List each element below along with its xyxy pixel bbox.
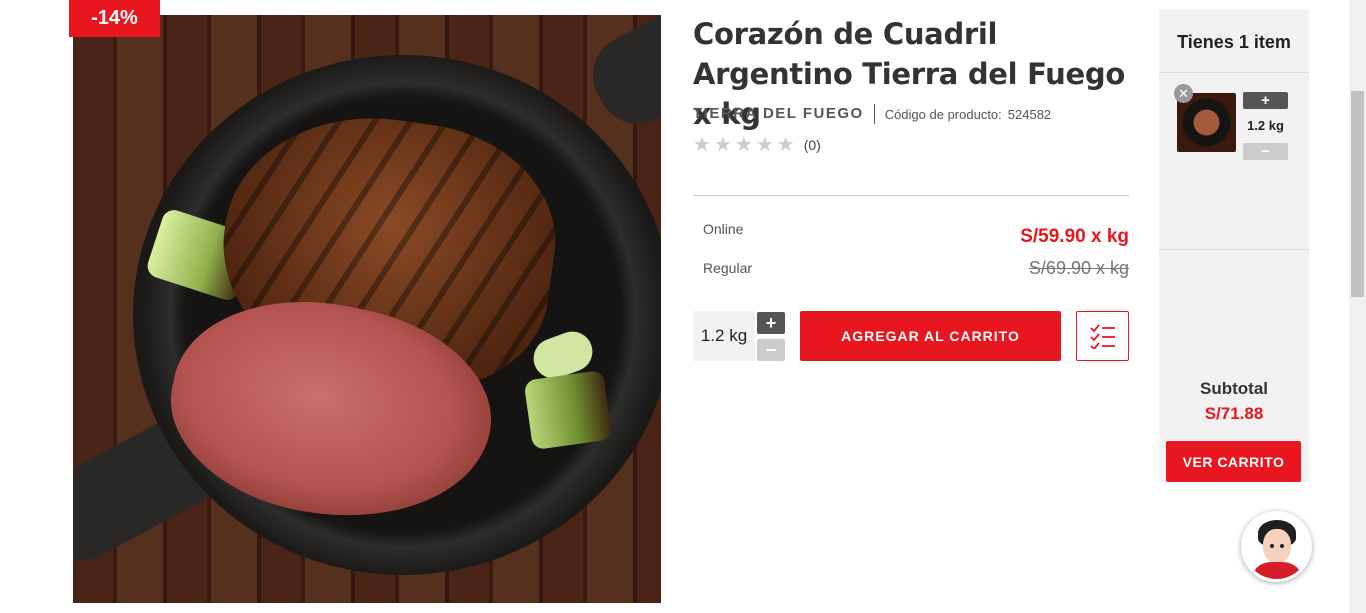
subtotal-value: S/71.88 <box>1204 404 1264 423</box>
rating[interactable]: ★ ★ ★ ★ ★ (0) <box>693 135 821 155</box>
rating-count: (0) <box>803 137 821 153</box>
divider <box>1159 249 1309 250</box>
subtotal-label: Subtotal <box>1200 379 1268 398</box>
quantity-display[interactable]: 1.2 kg <box>693 311 755 361</box>
star-icon: ★ <box>713 134 732 156</box>
mini-cart: Tienes 1 item ✕ + 1.2 kg − Subtotal S/71… <box>1159 10 1309 482</box>
add-to-cart-button[interactable]: AGREGAR AL CARRITO <box>800 311 1061 361</box>
chat-assistant-avatar-button[interactable] <box>1241 511 1312 582</box>
star-icon: ★ <box>755 134 774 156</box>
regular-price: S/69.90 x kg <box>1028 258 1129 278</box>
product-code-value: 524582 <box>1007 106 1052 122</box>
online-price: S/59.90 x kg <box>1020 226 1129 247</box>
avatar-face <box>1263 529 1291 563</box>
cart-title: Tienes 1 item <box>1177 32 1291 52</box>
cart-item-increase-button[interactable]: + <box>1243 92 1288 109</box>
quantity-increase-button[interactable]: + <box>757 312 785 334</box>
product-code-label: Código de producto: <box>884 106 1002 122</box>
page: -14% Corazón de Cuadril Argentino Tierra… <box>0 0 1366 613</box>
view-cart-button[interactable]: VER CARRITO <box>1166 441 1301 482</box>
scrollbar-thumb[interactable] <box>1351 91 1364 297</box>
quantity-decrease-button[interactable]: − <box>757 339 785 361</box>
cart-item-quantity: 1.2 kg <box>1247 118 1284 133</box>
add-to-list-button[interactable] <box>1076 311 1129 361</box>
product-image[interactable] <box>73 15 661 603</box>
regular-price-label: Regular <box>703 260 753 276</box>
scrollbar[interactable] <box>1349 0 1366 613</box>
brand-link[interactable]: TIERRA DEL FUEGO <box>693 104 875 124</box>
avatar-body <box>1254 562 1300 579</box>
online-price-label: Online <box>703 221 744 237</box>
divider <box>1159 72 1309 73</box>
avatar-eye <box>1280 544 1284 548</box>
star-icon: ★ <box>734 134 753 156</box>
star-icon: ★ <box>693 134 711 156</box>
remove-item-icon[interactable]: ✕ <box>1174 84 1193 103</box>
discount-badge: -14% <box>69 0 160 37</box>
divider <box>693 195 1129 196</box>
brand-row: TIERRA DEL FUEGO Código de producto: 524… <box>693 104 1051 124</box>
leek <box>523 369 613 451</box>
price-box: Online S/59.90 x kg Regular S/69.90 x kg <box>693 207 1129 287</box>
cart-item-decrease-button[interactable]: − <box>1243 143 1288 160</box>
checklist-icon <box>1089 324 1115 349</box>
star-icon: ★ <box>776 134 795 156</box>
avatar-eye <box>1270 544 1274 548</box>
